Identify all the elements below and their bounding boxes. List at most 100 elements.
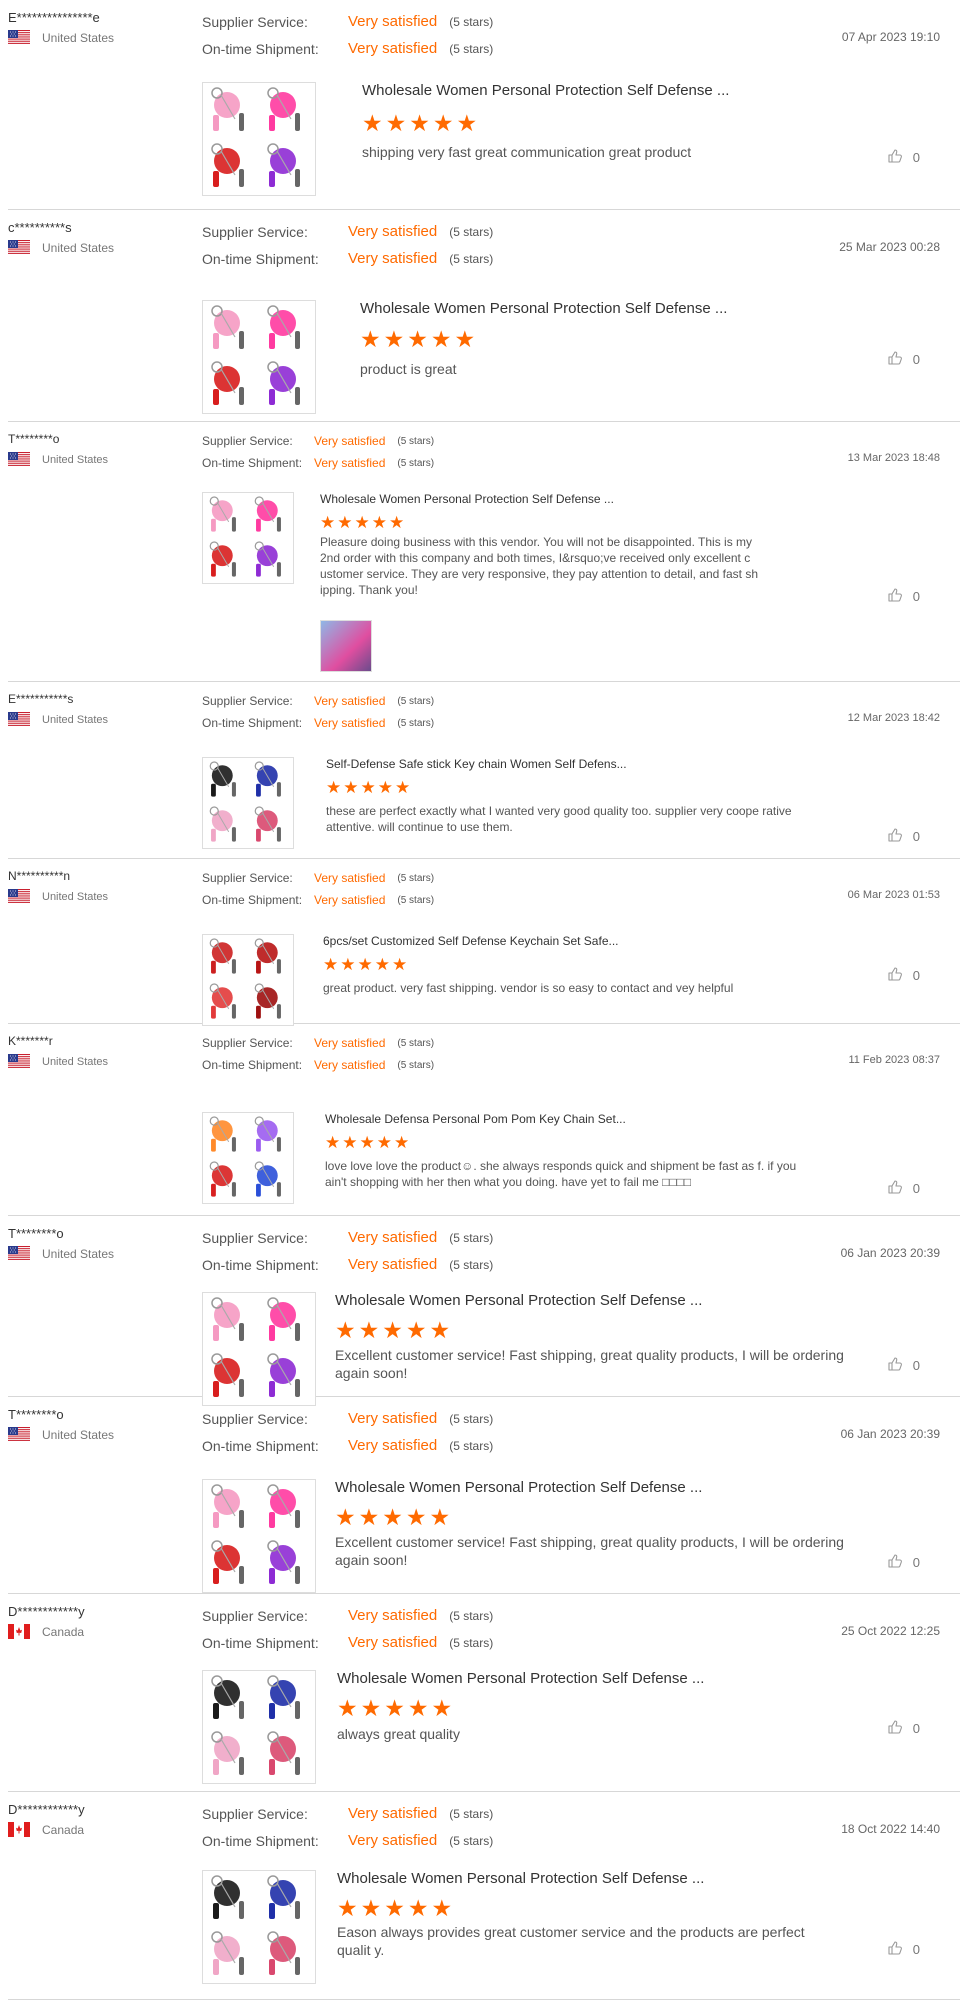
country-name: United States: [42, 1246, 115, 1261]
star-icon: ★: [377, 778, 393, 797]
thumbs-up-icon: [887, 1179, 913, 1198]
product-thumbnail[interactable]: [202, 1292, 316, 1406]
on-time-shipment-stars: (5 stars): [449, 1438, 494, 1453]
on-time-shipment-label: On-time Shipment:: [202, 1634, 319, 1651]
product-title[interactable]: Wholesale Women Personal Protection Self…: [320, 492, 614, 506]
supplier-service-label: Supplier Service:: [202, 694, 293, 708]
supplier-ratings: Supplier Service: Very satisfied (5 star…: [202, 218, 493, 272]
on-time-shipment-stars: (5 stars): [449, 1635, 494, 1650]
on-time-shipment-label: On-time Shipment:: [202, 1256, 319, 1273]
star-icon: ★: [374, 955, 390, 974]
star-icon: ★: [376, 1133, 392, 1152]
star-icon: ★: [354, 513, 370, 532]
star-icon: ★: [456, 110, 478, 136]
product-title[interactable]: 6pcs/set Customized Self Defense Keychai…: [323, 934, 619, 948]
like-button[interactable]: 0: [887, 587, 920, 606]
on-time-shipment-stars: (5 stars): [397, 1059, 435, 1071]
supplier-ratings: Supplier Service: Very satisfied (5 star…: [202, 1224, 493, 1278]
review-item: c**********s United States Supplier Serv…: [8, 210, 960, 422]
like-count: 0: [912, 352, 920, 367]
like-count: 0: [912, 1358, 920, 1373]
supplier-service-stars: (5 stars): [449, 14, 494, 29]
on-time-shipment-stars: (5 stars): [397, 894, 435, 906]
product-title[interactable]: Wholesale Women Personal Protection Self…: [360, 300, 727, 317]
star-icon: ★: [360, 326, 381, 352]
supplier-service-value: Very satisfied: [348, 223, 438, 240]
buyer-name: T********o: [8, 1226, 64, 1241]
supplier-service-label: Supplier Service:: [202, 434, 293, 448]
supplier-ratings: Supplier Service: Very satisfied (5 star…: [202, 867, 434, 911]
product-title[interactable]: Wholesale Defensa Personal Pom Pom Key C…: [325, 1112, 626, 1126]
like-button[interactable]: 0: [887, 1719, 920, 1738]
buyer-country: United States: [8, 30, 114, 45]
review-text: always great quality: [337, 1726, 460, 1742]
on-time-shipment-stars: (5 stars): [397, 717, 435, 729]
star-icon: ★: [395, 778, 411, 797]
review-item: D************y Canada Supplier Service: …: [8, 1792, 960, 2000]
supplier-ratings: Supplier Service: Very satisfied (5 star…: [202, 8, 493, 62]
product-rating: ★ ★ ★ ★ ★: [326, 779, 412, 796]
buyer-name: D************y: [8, 1604, 85, 1619]
star-icon: ★: [337, 1895, 358, 1921]
like-button[interactable]: 0: [887, 1179, 920, 1198]
on-time-shipment-stars: (5 stars): [449, 41, 494, 56]
product-thumbnail[interactable]: [202, 1870, 316, 1984]
supplier-ratings: Supplier Service: Very satisfied (5 star…: [202, 1032, 434, 1076]
country-name: United States: [42, 240, 115, 255]
product-title[interactable]: Self-Defense Safe stick Key chain Women …: [326, 757, 627, 771]
star-icon: ★: [360, 778, 376, 797]
on-time-shipment-label: On-time Shipment:: [202, 250, 319, 267]
buyer-country: United States: [8, 240, 114, 255]
country-name: United States: [42, 713, 109, 726]
review-date: 12 Mar 2023 18:42: [847, 712, 940, 724]
supplier-service-label: Supplier Service:: [202, 223, 308, 240]
supplier-service-label: Supplier Service:: [202, 1410, 308, 1427]
like-button[interactable]: 0: [887, 350, 920, 369]
like-button[interactable]: 0: [887, 827, 920, 846]
review-text: Eason always provides great customer ser…: [337, 1924, 805, 1958]
supplier-service-label: Supplier Service:: [202, 1229, 308, 1246]
product-thumbnail[interactable]: [202, 1670, 316, 1784]
product-thumbnail[interactable]: [202, 934, 294, 1026]
star-icon: ★: [320, 513, 336, 532]
country-name: United States: [42, 1427, 115, 1442]
buyer-country: United States: [8, 1246, 114, 1261]
like-button[interactable]: 0: [887, 1940, 920, 1959]
star-icon: ★: [383, 326, 405, 352]
us-flag-icon: [8, 1054, 30, 1069]
product-title[interactable]: Wholesale Women Personal Protection Self…: [335, 1479, 702, 1496]
product-thumbnail[interactable]: [202, 82, 316, 196]
product-title[interactable]: Wholesale Women Personal Protection Self…: [337, 1870, 704, 1887]
thumbs-up-icon: [887, 148, 913, 167]
star-icon: ★: [409, 110, 430, 136]
review-date: 13 Mar 2023 18:48: [847, 452, 940, 464]
review-date: 18 Oct 2022 14:40: [841, 1822, 940, 1836]
star-icon: ★: [360, 1695, 382, 1721]
product-thumbnail[interactable]: [202, 300, 316, 414]
product-thumbnail[interactable]: [202, 757, 294, 849]
product-title[interactable]: Wholesale Women Personal Protection Self…: [337, 1670, 704, 1687]
supplier-service-value: Very satisfied: [314, 1036, 386, 1050]
us-flag-icon: [8, 1427, 30, 1442]
like-button[interactable]: 0: [887, 966, 920, 985]
product-thumbnail[interactable]: [202, 1479, 316, 1593]
on-time-shipment-value: Very satisfied: [348, 1256, 438, 1273]
product-thumbnail[interactable]: [202, 492, 294, 584]
product-title[interactable]: Wholesale Women Personal Protection Self…: [362, 82, 729, 99]
buyer-country: United States: [8, 889, 108, 904]
supplier-service-stars: (5 stars): [449, 1411, 494, 1426]
star-icon: ★: [384, 1695, 405, 1721]
buyer-name: D************y: [8, 1802, 85, 1817]
like-button[interactable]: 0: [887, 1553, 920, 1572]
review-photo[interactable]: [320, 620, 372, 672]
like-button[interactable]: 0: [887, 1356, 920, 1375]
supplier-ratings: Supplier Service: Very satisfied (5 star…: [202, 690, 434, 734]
review-date: 06 Mar 2023 01:53: [847, 889, 940, 901]
on-time-shipment-value: Very satisfied: [348, 1437, 438, 1454]
buyer-country: United States: [8, 1427, 114, 1442]
like-button[interactable]: 0: [887, 148, 920, 167]
on-time-shipment-stars: (5 stars): [397, 457, 435, 469]
on-time-shipment-value: Very satisfied: [314, 716, 386, 730]
product-title[interactable]: Wholesale Women Personal Protection Self…: [335, 1292, 702, 1309]
product-thumbnail[interactable]: [202, 1112, 294, 1204]
